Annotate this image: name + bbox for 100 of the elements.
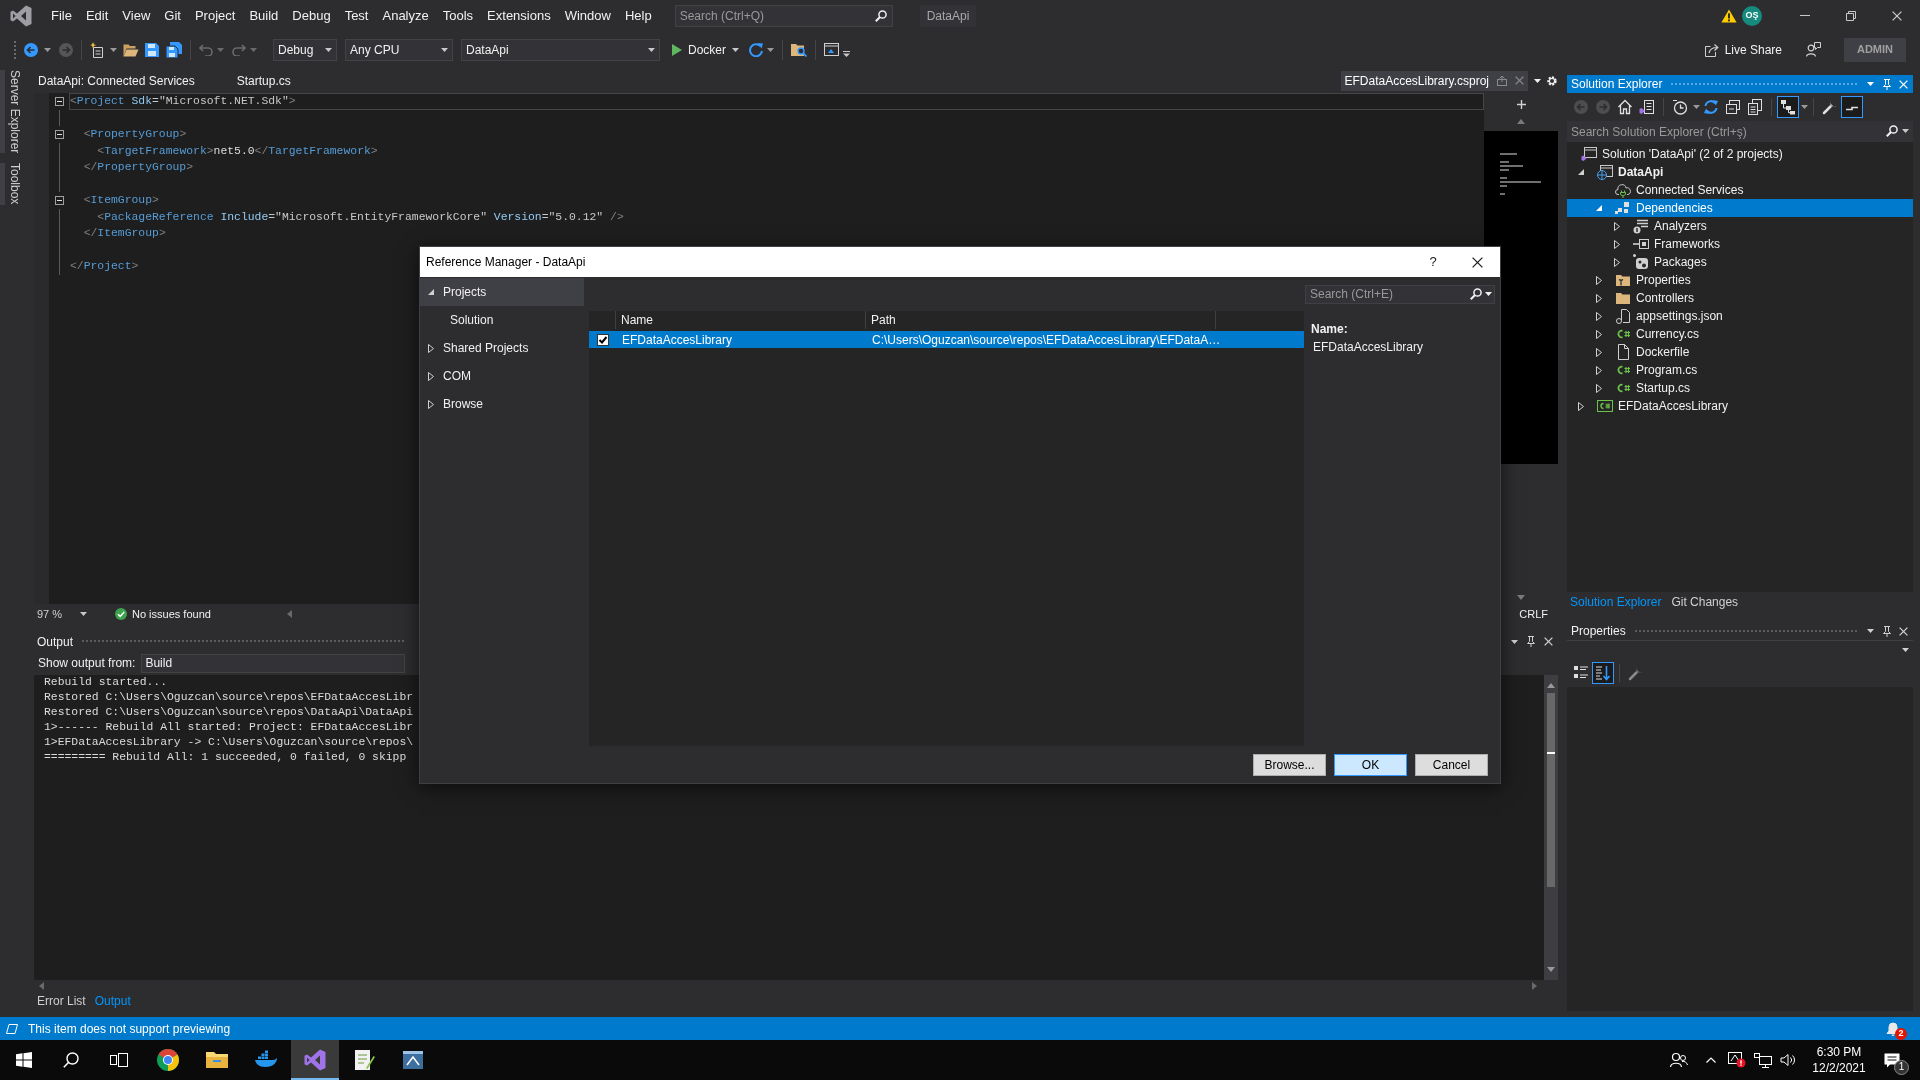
side-tab[interactable]: Server Explorer (0, 70, 24, 154)
menu-item[interactable]: Window (557, 5, 618, 26)
fold-toggle-icon[interactable] (54, 96, 64, 106)
output-source-dropdown[interactable]: Build (141, 653, 406, 673)
save-icon[interactable] (145, 42, 159, 57)
caret-down-icon[interactable] (1867, 629, 1874, 633)
tree-item[interactable]: Properties (1567, 271, 1913, 289)
scroll-up-icon[interactable] (1547, 683, 1555, 688)
split-icon[interactable] (1516, 100, 1526, 109)
issues-status[interactable]: No issues found (132, 605, 211, 623)
scroll-right-icon[interactable] (1532, 982, 1537, 990)
run-button[interactable]: Docker (670, 38, 741, 61)
window-icon[interactable] (824, 43, 839, 56)
tree-item[interactable]: Analyzers (1567, 217, 1913, 235)
document-tab[interactable]: Startup.cs (232, 70, 295, 91)
stacked-pages-icon[interactable] (1747, 99, 1763, 115)
menu-item[interactable]: Help (617, 5, 659, 26)
pin-icon[interactable] (1883, 625, 1891, 637)
side-tab[interactable]: Toolbox (0, 163, 24, 205)
caret-down-icon[interactable] (1534, 78, 1541, 83)
help-button[interactable]: ? (1423, 251, 1443, 273)
nav-item[interactable]: Shared Projects (420, 334, 584, 362)
caret-right-icon[interactable] (428, 371, 434, 381)
scroll-up-icon[interactable] (1517, 119, 1525, 124)
nav-item[interactable]: COM (420, 362, 584, 390)
warning-icon[interactable] (1721, 8, 1737, 23)
tree-item[interactable]: Solution 'DataApi' (2 of 2 projects) (1567, 145, 1913, 163)
caret-down-icon[interactable] (1693, 105, 1700, 109)
taskbar-date[interactable]: 12/2/2021 (1812, 1060, 1866, 1076)
menu-item[interactable]: File (44, 5, 79, 26)
search-icon[interactable] (1886, 125, 1898, 137)
caret-down-icon[interactable] (428, 289, 434, 295)
caret-right-icon[interactable] (1596, 329, 1602, 339)
column-header[interactable]: Path (866, 311, 1216, 329)
scroll-down-icon[interactable] (1517, 595, 1525, 600)
bell-icon[interactable] (1886, 1021, 1900, 1036)
caret-right-icon[interactable] (1614, 239, 1620, 249)
caret-down-icon[interactable] (1801, 105, 1808, 109)
close-icon[interactable] (1472, 256, 1483, 268)
clock-icon[interactable] (1672, 99, 1688, 115)
network-icon[interactable] (1754, 1052, 1772, 1068)
caret-right-icon[interactable] (1596, 275, 1602, 285)
preview-icon[interactable] (1841, 96, 1863, 118)
notepad-icon[interactable] (352, 1048, 376, 1072)
live-share-button[interactable]: Live Share (1704, 38, 1782, 61)
scroll-down-icon[interactable] (1547, 967, 1555, 972)
sync-icon[interactable] (1703, 99, 1719, 115)
menu-item[interactable]: Edit (78, 5, 116, 26)
menu-item[interactable]: Debug (285, 5, 338, 26)
caret-down-icon[interactable] (44, 47, 51, 52)
scroll-left-icon[interactable] (39, 982, 44, 990)
zoom-dropdown[interactable]: 97 % (34, 606, 90, 622)
caret-down-icon[interactable] (110, 47, 117, 52)
nav-item[interactable]: Projects (420, 278, 584, 306)
caret-down-icon[interactable] (767, 47, 774, 52)
line-ending[interactable]: CRLF (1519, 605, 1548, 623)
save-all-icon[interactable] (166, 41, 182, 58)
refresh-icon[interactable] (749, 42, 763, 57)
tree-item[interactable]: Dockerfile (1567, 343, 1913, 361)
fold-toggle-icon[interactable] (54, 195, 64, 205)
pin-icon[interactable] (1527, 636, 1535, 647)
menu-item[interactable]: Tools (435, 5, 481, 26)
caret-right-icon[interactable] (1578, 401, 1584, 411)
tree-item[interactable]: Program.cs (1567, 361, 1913, 379)
dialog-button[interactable]: Browse... (1253, 753, 1326, 776)
menu-item[interactable]: Analyze (375, 5, 436, 26)
document-tab[interactable]: EFDataAccesLibrary.csproj (1340, 70, 1528, 91)
category-list-icon[interactable] (1573, 665, 1589, 681)
folder-search-icon[interactable] (791, 42, 807, 57)
search-field[interactable]: Search (Ctrl+Q) (674, 4, 893, 27)
people-icon[interactable] (1670, 1052, 1688, 1068)
caret-right-icon[interactable] (1614, 221, 1620, 231)
panel-tab[interactable]: Output (92, 992, 133, 1010)
tree-item[interactable]: Connected Services (1567, 181, 1913, 199)
browser-icon[interactable] (156, 1048, 180, 1072)
column-header[interactable]: Name (616, 311, 866, 329)
dialog-button[interactable]: Cancel (1415, 753, 1488, 776)
search-icon[interactable] (63, 1052, 79, 1068)
tree-view-icon[interactable] (1777, 96, 1799, 118)
caret-right-icon[interactable] (428, 343, 434, 353)
dropdown[interactable]: Debug (273, 38, 337, 61)
panel-tab[interactable]: Git Changes (1669, 593, 1741, 611)
menu-item[interactable]: View (115, 5, 158, 26)
grip-handle[interactable] (13, 39, 17, 60)
tree-item[interactable]: appsettings.json (1567, 307, 1913, 325)
dropdown[interactable]: DataApi (461, 38, 660, 61)
undo-icon[interactable] (199, 43, 213, 56)
open-folder-icon[interactable] (123, 42, 139, 57)
scroll-left-icon[interactable] (286, 610, 292, 618)
windows-logo-icon[interactable] (15, 1052, 32, 1068)
speech-bubble-icon[interactable] (1884, 1052, 1900, 1068)
search-icon[interactable] (1470, 287, 1482, 300)
tree-item[interactable]: Frameworks (1567, 235, 1913, 253)
menu-item[interactable]: Test (337, 5, 376, 26)
search-icon[interactable] (874, 9, 887, 22)
checkbox[interactable] (596, 333, 609, 346)
panel-tab[interactable]: Error List (35, 992, 88, 1010)
tool-window-icon[interactable] (401, 1048, 425, 1072)
caret-right-icon[interactable] (1596, 311, 1602, 321)
restore-icon[interactable] (1846, 10, 1856, 21)
